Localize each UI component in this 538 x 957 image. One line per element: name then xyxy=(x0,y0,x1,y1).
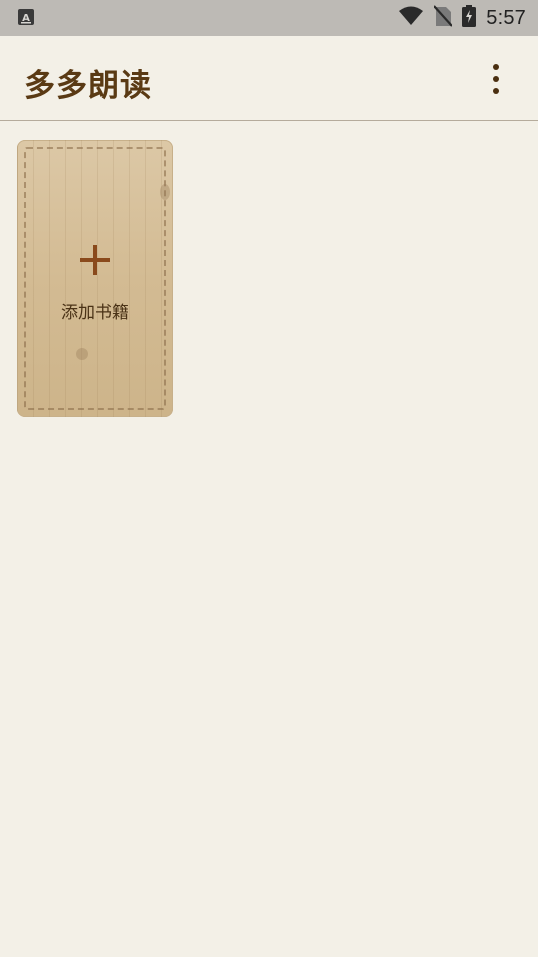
battery-charging-icon xyxy=(462,5,477,31)
no-sim-icon xyxy=(433,5,454,31)
status-bar: A 5:57 xyxy=(0,0,538,36)
more-vertical-icon xyxy=(493,64,499,94)
plus-icon xyxy=(78,243,112,277)
app-bar: 多多朗读 xyxy=(0,36,538,120)
add-book-label: 添加书籍 xyxy=(61,303,129,323)
keyboard-a-icon: A xyxy=(18,9,34,25)
add-book-card[interactable]: 添加书籍 xyxy=(17,140,173,417)
wifi-icon xyxy=(398,6,424,30)
card-stain xyxy=(160,184,170,200)
card-dashed-border xyxy=(24,147,166,410)
page-title: 多多朗读 xyxy=(24,68,152,104)
card-stain xyxy=(76,348,88,360)
app-bar-divider xyxy=(0,120,538,121)
more-options-button[interactable] xyxy=(490,64,502,94)
status-time: 5:57 xyxy=(486,6,526,29)
